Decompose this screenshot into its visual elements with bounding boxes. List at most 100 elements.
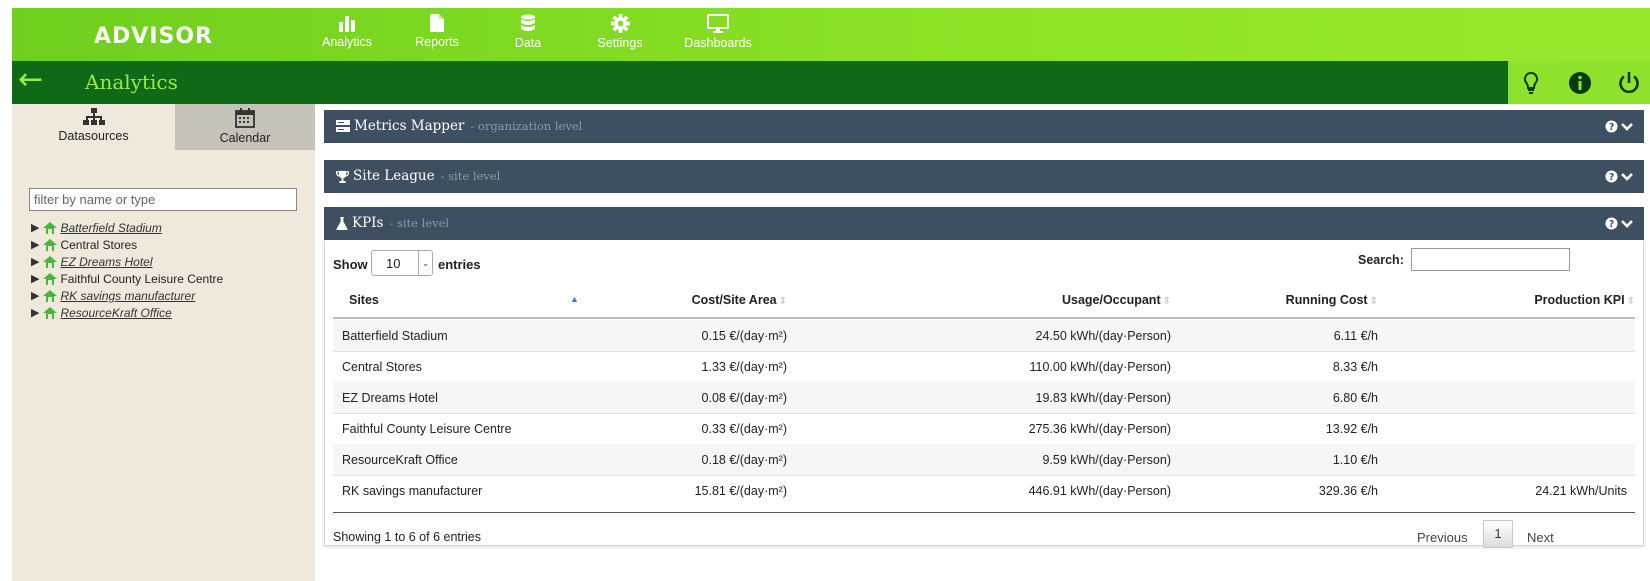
column-header-label: Production KPI — [1534, 293, 1625, 307]
nav-settings[interactable]: Settings — [592, 12, 648, 58]
tree-item-label: ResourceKraft Office — [60, 305, 172, 320]
cell-usage: 446.91 kWh/(day·Person) — [1028, 484, 1171, 498]
tree-item[interactable]: ▶ RK savings manufacturer — [31, 287, 223, 304]
trophy-icon — [336, 170, 349, 183]
info-icon[interactable] — [1568, 71, 1592, 95]
nav-data[interactable]: Data — [508, 12, 548, 58]
expand-triangle-icon[interactable]: ▶ — [31, 272, 39, 285]
table-row[interactable]: Central Stores 1.33 €/(day·m²) 110.00 kW… — [333, 351, 1635, 383]
cell-running-cost: 6.80 €/h — [1332, 391, 1378, 405]
cell-cost: 0.15 €/(day·m²) — [701, 329, 787, 343]
cell-cost: 0.08 €/(day·m²) — [701, 391, 787, 405]
cell-production-kpi: 24.21 kWh/Units — [1535, 484, 1627, 498]
panel-controls: ? — [1605, 217, 1634, 230]
cell-running-cost: 1.10 €/h — [1332, 453, 1378, 467]
table-bottom-border — [333, 512, 1635, 513]
tree-item-label: EZ Dreams Hotel — [60, 254, 153, 269]
gear-icon — [610, 14, 630, 33]
panel-subtitle: - site level — [440, 169, 501, 183]
panel-title-text: Site League — [353, 168, 435, 184]
power-icon[interactable] — [1618, 71, 1640, 95]
panel-metrics-mapper-header[interactable]: Metrics Mapper - organization level ? — [324, 110, 1644, 143]
lightbulb-icon[interactable] — [1523, 71, 1539, 95]
kpi-table-panel: Show 10 ⌄ entries Search: Sites ▲ Cost/S… — [324, 240, 1644, 548]
show-label: Show — [333, 257, 368, 272]
entries-length-value: 10 — [386, 256, 401, 271]
cell-usage: 19.83 kWh/(day·Person) — [1035, 391, 1171, 405]
entries-length-select[interactable]: 10 ⌄ — [371, 250, 433, 276]
site-icon — [43, 255, 58, 268]
cell-running-cost: 8.33 €/h — [1332, 360, 1378, 374]
panel-subtitle: - site level — [389, 216, 450, 230]
expand-triangle-icon[interactable]: ▶ — [31, 238, 39, 251]
panel-kpis-header[interactable]: KPIs - site level ? — [324, 207, 1644, 240]
pagination-previous-button[interactable]: Previous — [1417, 530, 1468, 545]
table-row[interactable]: Batterfield Stadium 0.15 €/(day·m²) 24.5… — [333, 320, 1635, 352]
tree-item[interactable]: ▶ Central Stores — [31, 236, 223, 253]
expand-triangle-icon[interactable]: ▶ — [31, 306, 39, 319]
cell-cost: 15.81 €/(day·m²) — [694, 484, 787, 498]
panel-title: Site League - site level — [336, 168, 500, 184]
tree-item-label: Faithful County Leisure Centre — [60, 271, 224, 286]
tree-item[interactable]: ▶ Batterfield Stadium — [31, 219, 223, 236]
nav-settings-label: Settings — [597, 36, 643, 50]
cell-site: Batterfield Stadium — [342, 329, 448, 343]
pagination-next-button[interactable]: Next — [1527, 530, 1554, 545]
cell-site: Central Stores — [342, 360, 422, 374]
expand-triangle-icon[interactable]: ▶ — [31, 221, 39, 234]
tab-datasources[interactable]: Datasources — [12, 104, 175, 150]
column-header-sites[interactable]: Sites — [349, 293, 379, 307]
tree-item-label: Central Stores — [60, 237, 138, 252]
page-title: Analytics — [85, 70, 178, 94]
table-row[interactable]: RK savings manufacturer 15.81 €/(day·m²)… — [333, 475, 1635, 507]
nav-analytics-label: Analytics — [321, 35, 373, 49]
panel-site-league-header[interactable]: Site League - site level ? — [324, 160, 1644, 193]
help-icon[interactable]: ? — [1605, 217, 1618, 230]
sidebar: Datasources Calendar ▶ Batterfield Stadiu… — [12, 104, 315, 581]
advisor-logo[interactable]: ADVISOR — [94, 24, 213, 49]
site-icon — [43, 238, 58, 251]
column-header-usage-occupant[interactable]: Usage/Occupant ⇕ — [1062, 293, 1171, 307]
monitor-icon — [707, 14, 729, 33]
search-input[interactable] — [1411, 248, 1570, 271]
tab-datasources-label: Datasources — [58, 129, 129, 143]
site-icon — [43, 221, 58, 234]
flask-icon — [336, 216, 348, 230]
tree-item[interactable]: ▶ Faithful County Leisure Centre — [31, 270, 223, 287]
nav-reports[interactable]: Reports — [412, 12, 462, 58]
tab-calendar[interactable]: Calendar — [175, 104, 315, 150]
tree-item[interactable]: ▶ ResourceKraft Office — [31, 304, 223, 321]
help-icon[interactable]: ? — [1605, 120, 1618, 133]
help-icon[interactable]: ? — [1605, 170, 1618, 183]
table-row[interactable]: ResourceKraft Office 0.18 €/(day·m²) 9.5… — [333, 444, 1635, 476]
nav-dashboards[interactable]: Dashboards — [680, 12, 756, 58]
site-icon — [43, 306, 58, 319]
cell-running-cost: 6.11 €/h — [1333, 329, 1378, 343]
nav-analytics[interactable]: Analytics — [317, 12, 377, 71]
pagination-page-1-button[interactable]: 1 — [1483, 520, 1513, 548]
table-row[interactable]: EZ Dreams Hotel 0.08 €/(day·m²) 19.83 kW… — [333, 382, 1635, 414]
back-arrow-icon[interactable]: ← — [18, 65, 43, 95]
panel-title-text: Metrics Mapper — [354, 118, 465, 134]
column-header-cost-site-area[interactable]: Cost/Site Area ⇕ — [692, 293, 787, 307]
filter-input[interactable] — [29, 188, 297, 211]
chevron-down-icon[interactable] — [1620, 122, 1634, 132]
chevron-down-icon[interactable] — [1620, 219, 1634, 229]
bar-chart-icon — [339, 16, 355, 32]
cell-site: ResourceKraft Office — [342, 453, 458, 467]
chevron-down-icon[interactable] — [1620, 172, 1634, 182]
expand-triangle-icon[interactable]: ▶ — [31, 255, 39, 268]
expand-triangle-icon[interactable]: ▶ — [31, 289, 39, 302]
column-header-running-cost[interactable]: Running Cost ⇕ — [1286, 293, 1378, 307]
titlebar-actions — [1508, 61, 1650, 104]
column-header-label: Running Cost — [1285, 293, 1368, 307]
table-row[interactable]: Faithful County Leisure Centre 0.33 €/(d… — [333, 413, 1635, 445]
cell-cost: 0.33 €/(day·m²) — [701, 422, 787, 436]
svg-text:?: ? — [1609, 172, 1614, 183]
entries-label: entries — [438, 257, 481, 272]
tree-item[interactable]: ▶ EZ Dreams Hotel — [31, 253, 223, 270]
table-header: Sites ▲ Cost/Site Area ⇕ Usage/Occupant ⇕ … — [333, 284, 1635, 319]
cell-site: Faithful County Leisure Centre — [342, 422, 512, 436]
column-header-label: Cost/Site Area — [691, 293, 777, 307]
column-header-production-kpi[interactable]: Production KPI ⇕ — [1534, 293, 1635, 307]
